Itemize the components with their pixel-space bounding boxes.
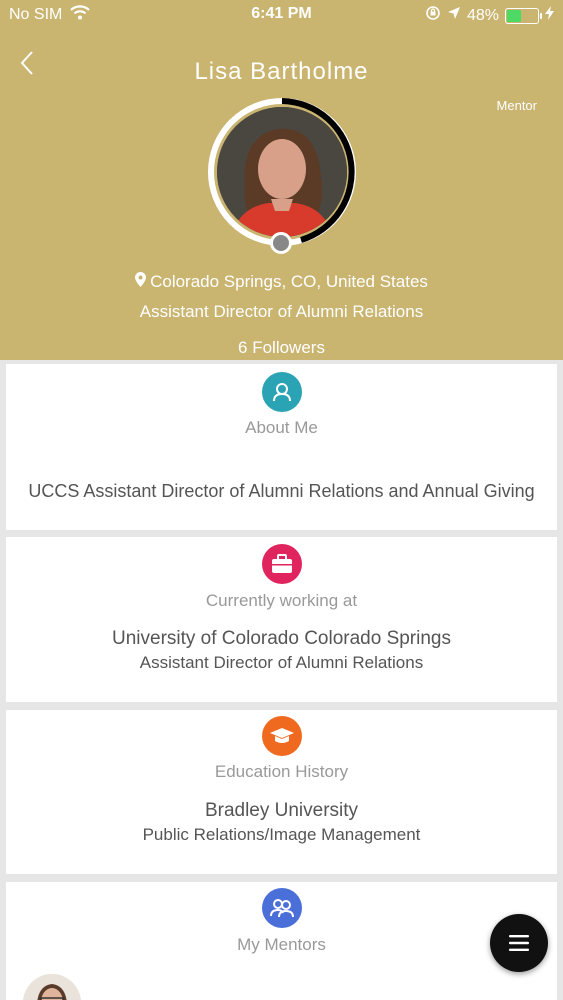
work-card: Currently working at University of Color… [6,537,557,702]
location-arrow-icon [447,6,461,25]
education-card: Education History Bradley University Pub… [6,710,557,874]
location-text: Colorado Springs, CO, United States [150,272,428,291]
followers-count[interactable]: 6 Followers [0,338,563,358]
menu-button[interactable] [490,914,548,972]
profile-avatar[interactable] [206,96,358,254]
online-status-dot [270,232,292,254]
status-right: 48% [425,5,554,26]
battery-icon [505,7,542,24]
battery-percent: 48% [466,6,499,24]
work-position: Assistant Director of Alumni Relations [139,653,424,672]
mentors-title: My Mentors [237,935,326,954]
about-me-text: UCCS Assistant Director of Alumni Relati… [28,481,535,501]
role-badge: Mentor [496,98,537,113]
user-icon [262,372,302,412]
about-me-title: About Me [245,418,318,437]
education-school: Bradley University [204,800,359,821]
work-organization: University of Colorado Colorado Springs [112,628,451,649]
profile-name: Lisa Bartholme [194,58,369,85]
work-title: Currently working at [205,591,358,610]
location-pin-icon [135,272,147,292]
briefcase-icon [262,544,302,584]
charging-bolt-icon [545,6,554,25]
education-title: Education History [214,762,349,781]
battery-level [507,9,522,22]
about-me-card: About Me UCCS Assistant Director of Alum… [6,364,557,530]
mentors-card: My Mentors [6,882,557,1000]
location: Colorado Springs, CO, United States [0,272,563,292]
job-title: Assistant Director of Alumni Relations [139,302,424,321]
status-bar: No SIM 6:41 PM 48% [0,0,563,30]
rotation-lock-icon [425,5,441,26]
menu-icon [509,935,529,951]
profile-header: No SIM 6:41 PM 48% Lisa Bartholme Mentor… [0,0,563,360]
graduation-cap-icon [262,716,302,756]
avatar-photo [217,107,347,237]
mentor-avatar[interactable] [23,974,81,1000]
people-icon [262,888,302,928]
education-degree: Public Relations/Image Management [142,825,421,844]
